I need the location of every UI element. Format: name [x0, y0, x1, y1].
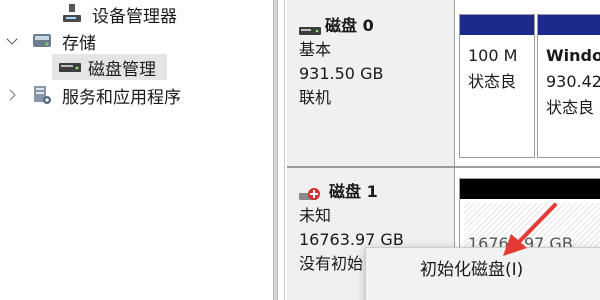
annotation-arrow-icon: [503, 203, 557, 256]
partition-status: 状态良: [468, 72, 517, 91]
disk-0-partition-1[interactable]: 100 M 状态良: [459, 14, 535, 158]
device-manager-icon: [60, 3, 84, 25]
partition-status: 状态良: [546, 98, 595, 117]
tree-item-label: 设备管理器: [92, 6, 177, 27]
disk-0-name-row: 磁盘 0: [299, 14, 454, 38]
chevron-down-icon[interactable]: [6, 34, 20, 48]
unallocated-bar: [460, 179, 600, 199]
tree-item-device-manager[interactable]: 设备管理器: [60, 1, 177, 27]
storage-icon: [30, 30, 54, 52]
tree-item-disk-management[interactable]: 磁盘管理: [52, 54, 167, 80]
tree-item-services-apps[interactable]: 服务和应用程序: [6, 82, 181, 108]
disk-0-size: 931.50 GB: [299, 64, 384, 83]
partition-body: 100 M 状态良: [464, 39, 530, 153]
disk-0-partition-2[interactable]: Windo 930.42 状态良: [537, 14, 600, 158]
disk-1-name-row: 磁盘 1: [299, 180, 454, 204]
disk-error-icon: [299, 186, 325, 200]
tree-item-label: 服务和应用程序: [62, 87, 181, 108]
partition-size: 930.42: [546, 72, 600, 91]
partition-bar: [538, 15, 600, 35]
disk-0-status: 联机: [299, 88, 332, 107]
disk-management-icon: [58, 56, 82, 78]
partition-label: Windo: [546, 46, 600, 65]
pane-border: [280, 0, 285, 300]
partition-body: Windo 930.42 状态良: [542, 39, 600, 153]
partition-bar: [460, 15, 534, 35]
tree-item-label: 磁盘管理: [88, 59, 156, 80]
tree-item-storage[interactable]: 存储: [6, 28, 96, 54]
disk-0-name: 磁盘 0: [325, 16, 374, 35]
disk-1-name: 磁盘 1: [329, 182, 378, 201]
pane-splitter[interactable]: [273, 0, 278, 300]
services-icon: [30, 84, 54, 106]
navigation-tree: 设备管理器 存储 磁盘管理 服务和应用程序: [0, 0, 273, 300]
tree-item-label: 存储: [62, 33, 96, 54]
disk-0-type: 基本: [299, 40, 332, 59]
disk-0-label[interactable]: 磁盘 0 基本 931.50 GB 联机: [287, 0, 455, 166]
disk-icon: [299, 20, 321, 35]
chevron-right-icon[interactable]: [6, 88, 20, 102]
partition-size: 100 M: [468, 46, 518, 65]
disk-1-type: 未知: [299, 206, 332, 225]
